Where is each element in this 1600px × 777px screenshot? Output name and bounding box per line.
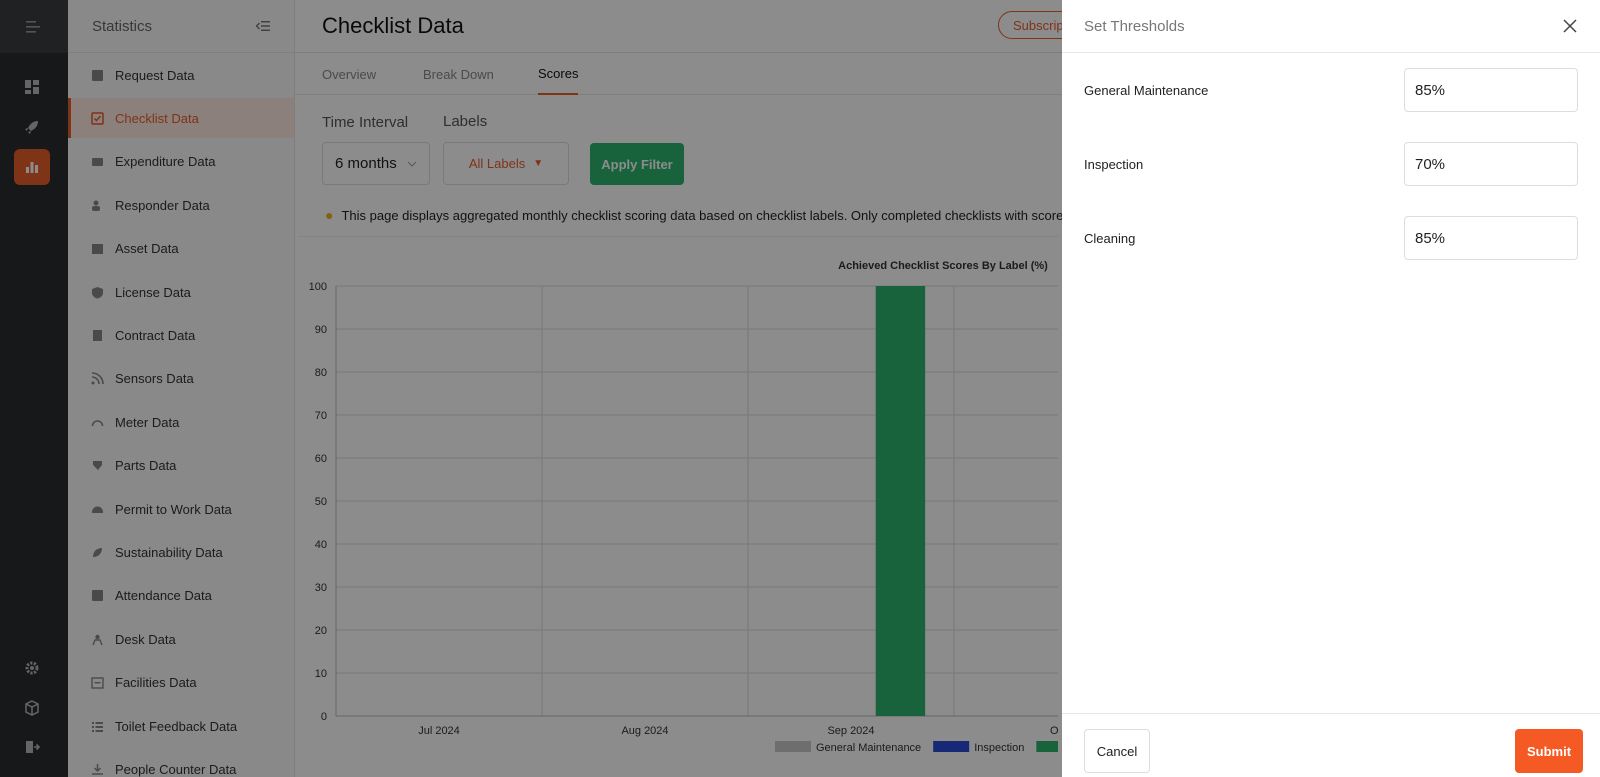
threshold-label: Inspection xyxy=(1084,156,1144,172)
threshold-label: General Maintenance xyxy=(1084,82,1209,98)
drawer-footer: Cancel Submit xyxy=(1062,713,1600,777)
threshold-input-inspection[interactable] xyxy=(1404,142,1578,186)
cancel-button[interactable]: Cancel xyxy=(1084,729,1150,773)
close-drawer-button[interactable] xyxy=(1562,18,1578,34)
threshold-input-general-maintenance[interactable] xyxy=(1404,68,1578,112)
threshold-row-inspection: Inspection xyxy=(1084,142,1578,186)
modal-backdrop[interactable] xyxy=(0,0,1062,777)
submit-button[interactable]: Submit xyxy=(1515,729,1583,773)
drawer-title: Set Thresholds xyxy=(1084,17,1185,35)
threshold-row-cleaning: Cleaning xyxy=(1084,216,1578,260)
threshold-row-general-maintenance: General Maintenance xyxy=(1084,68,1578,112)
set-thresholds-drawer: Set Thresholds General Maintenance Inspe… xyxy=(1062,0,1600,777)
close-icon xyxy=(1563,19,1577,33)
threshold-label: Cleaning xyxy=(1084,230,1136,246)
threshold-input-cleaning[interactable] xyxy=(1404,216,1578,260)
drawer-header: Set Thresholds xyxy=(1062,0,1600,53)
